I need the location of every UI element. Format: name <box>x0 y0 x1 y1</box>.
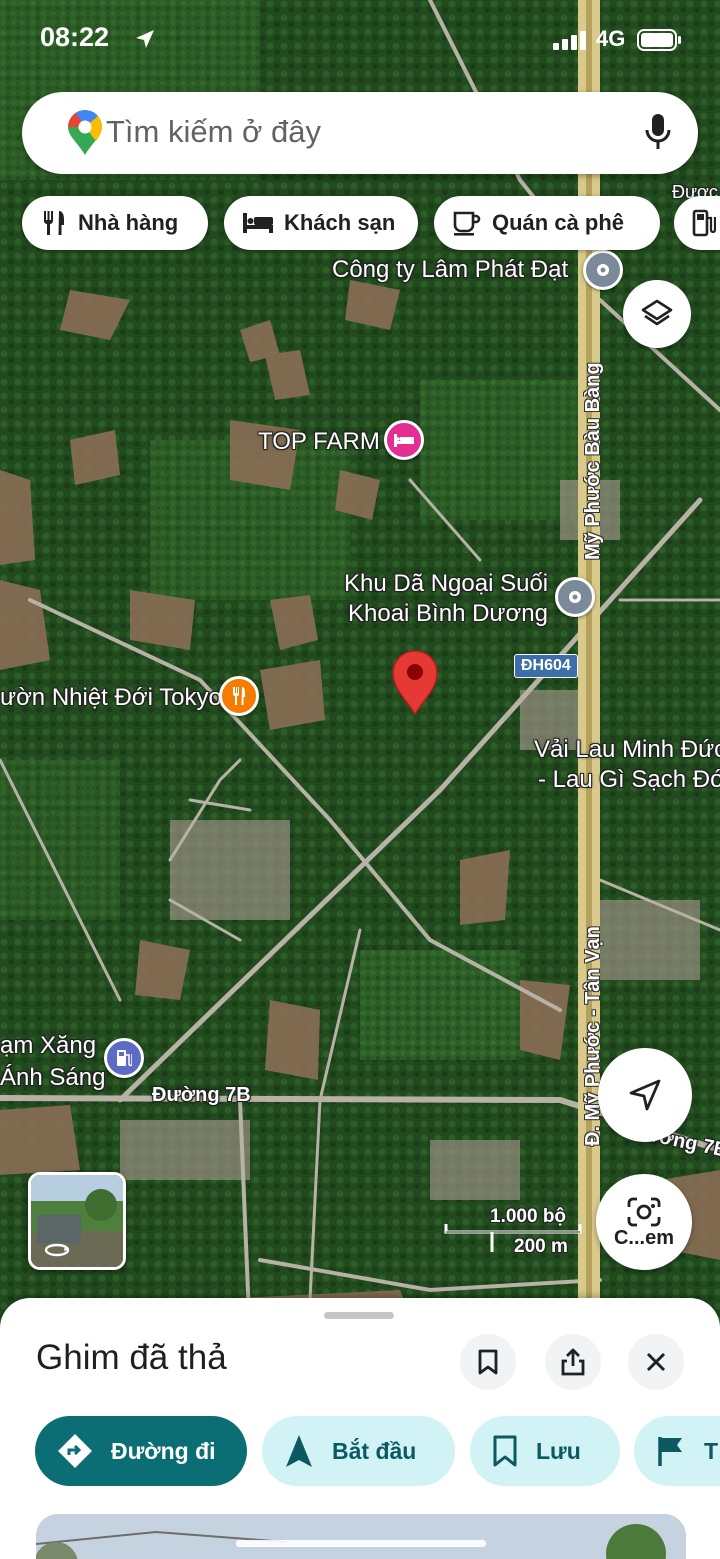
search-bar[interactable]: Tìm kiếm ở đây <box>22 92 698 174</box>
bookmark-icon <box>493 1435 517 1467</box>
fork-knife-icon <box>44 211 64 235</box>
place-label-khu-da-ngoai-1[interactable]: Khu Dã Ngoại Suối <box>344 570 548 598</box>
status-time: 08:22 <box>40 22 110 52</box>
bookmark-icon <box>478 1349 498 1375</box>
place-label-tokyo[interactable]: ườn Nhiệt Đới Tokyo <box>0 684 222 712</box>
navigation-arrow-outline-icon <box>629 1079 661 1111</box>
share-icon <box>561 1348 585 1376</box>
generic-place-icon[interactable] <box>583 250 623 290</box>
restaurant-place-icon[interactable] <box>219 676 259 716</box>
network-type: 4G <box>596 26 626 51</box>
share-button[interactable] <box>545 1334 601 1390</box>
save-icon-button[interactable] <box>460 1334 516 1390</box>
place-bottom-sheet[interactable]: Ghim đã thả Đường đi Bắt đầu Lưu T <box>0 1298 720 1559</box>
microphone-icon[interactable] <box>644 112 672 152</box>
directions-icon <box>58 1434 92 1468</box>
google-maps-logo-icon <box>68 110 103 155</box>
scale-imperial: 1.000 bộ <box>490 1206 567 1227</box>
chip-coffee[interactable]: Quán cà phê <box>434 196 660 250</box>
camera-search-button[interactable]: C...em <box>596 1174 692 1270</box>
directions-button[interactable]: Đường đi <box>35 1416 247 1486</box>
place-label-vai-lau-2[interactable]: - Lau Gì Sạch Đó <box>538 766 720 794</box>
sheet-title: Ghim đã thả <box>36 1338 227 1377</box>
camera-label: C...em <box>613 1226 675 1249</box>
place-label-tram-xang-1[interactable]: ạm Xăng <box>0 1032 96 1060</box>
chip-restaurants[interactable]: Nhà hàng <box>22 196 208 250</box>
chip-label: Nhà hàng <box>78 210 179 235</box>
drag-handle[interactable] <box>324 1312 394 1319</box>
road-label-duong-7b: Đường 7B <box>152 1084 251 1106</box>
action-label: Lưu <box>536 1437 581 1464</box>
place-photo[interactable] <box>36 1514 686 1559</box>
gas-station-icon <box>692 209 716 237</box>
gas-station-place-icon[interactable] <box>104 1038 144 1078</box>
battery-icon <box>637 29 681 51</box>
coffee-cup-icon <box>453 211 481 236</box>
place-label-vai-lau-1[interactable]: Vải Lau Minh Đức <box>534 736 720 764</box>
chip-gas-station[interactable] <box>674 196 720 250</box>
location-arrow-icon <box>136 30 154 48</box>
road-label-my-phuoc-bau-bang: Mỹ Phước Bàu Bàng <box>582 362 604 560</box>
chip-label: Khách sạn <box>284 210 396 235</box>
layers-button[interactable] <box>623 280 691 348</box>
hotel-place-icon[interactable] <box>384 420 424 460</box>
start-navigation-button[interactable]: Bắt đầu <box>262 1416 455 1486</box>
close-button[interactable] <box>628 1334 684 1390</box>
action-label: Bắt đầu <box>332 1437 417 1464</box>
road-shield-dh604: ĐH604 <box>514 654 578 678</box>
flag-icon <box>658 1437 682 1466</box>
place-label-khu-da-ngoai-2[interactable]: Khoai Bình Dương <box>348 600 548 628</box>
place-label-lam-phat-dat[interactable]: Công ty Lâm Phát Đạt <box>332 256 568 284</box>
save-button[interactable]: Lưu <box>470 1416 620 1486</box>
action-label: Đường đi <box>111 1437 216 1464</box>
place-label-top-farm[interactable]: TOP FARM <box>258 428 380 456</box>
signal-bars-icon <box>553 31 586 50</box>
action-label: T <box>704 1437 719 1464</box>
layers-icon <box>641 299 673 326</box>
label-button[interactable]: T <box>634 1416 720 1486</box>
lens-camera-icon <box>627 1197 661 1226</box>
search-input[interactable]: Tìm kiếm ở đây <box>106 114 321 150</box>
street-view-thumbnail[interactable] <box>28 1172 126 1270</box>
navigation-arrow-icon <box>286 1435 312 1467</box>
status-bar: 08:22 4G <box>0 0 720 80</box>
my-location-button[interactable] <box>598 1048 692 1142</box>
chip-label: Quán cà phê <box>492 210 625 235</box>
generic-place-icon[interactable] <box>555 577 595 617</box>
chip-hotels[interactable]: Khách sạn <box>224 196 418 250</box>
scale-metric: 200 m <box>514 1236 568 1257</box>
bed-icon <box>243 213 273 233</box>
rotate-360-icon <box>44 1243 70 1257</box>
place-label-tram-xang-2[interactable]: Ánh Sáng <box>0 1064 105 1092</box>
close-icon <box>646 1352 666 1372</box>
